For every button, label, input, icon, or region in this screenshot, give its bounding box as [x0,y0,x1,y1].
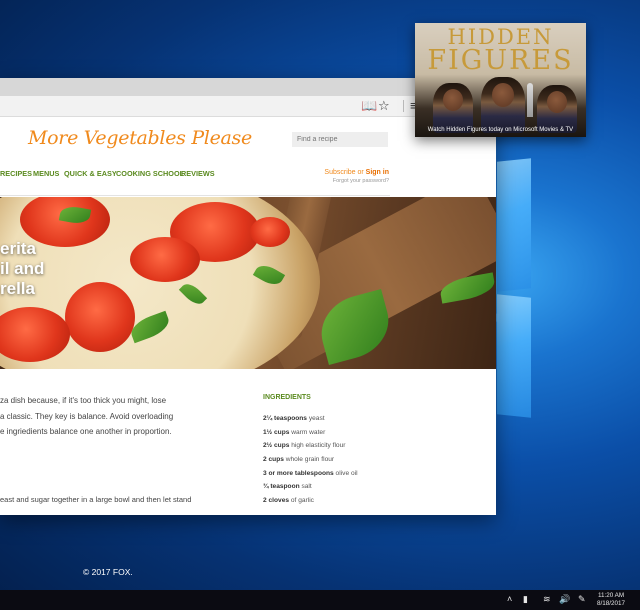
ingredient-qty: 1½ cups [263,428,290,436]
ingredient-qty: 2 cloves [263,497,290,505]
actor-face [547,91,567,113]
actor-face [492,83,514,107]
intro-line: a classic. They key is balance. Avoid ov… [0,411,174,421]
toolbar-divider [403,100,404,112]
ingredients-list: 2¼ teaspoons yeast 1½ cups warm water 2½… [263,415,358,511]
hidden-figures-video-tile[interactable]: HIDDEN FIGURES Watch Hidden Figures toda… [415,23,586,137]
ingredient-name: salt [299,483,312,491]
recipe-article: za dish because, if it's too thick you m… [0,369,496,515]
hero-image: erita il and rella [0,197,496,369]
ingredient-name: olive oil [333,469,358,477]
hero-title: erita il and rella [0,239,44,299]
copyright-text: © 2017 FOX. [83,567,133,577]
actor-face [443,89,463,111]
hero-title-line: il and [0,259,45,278]
ingredient-item: 2 cups whole grain flour [263,456,358,470]
ingredient-name: whole grain flour [283,456,335,464]
browser-window: 📖 ☆ ≡ More Vegetables Please RECIPES MEN… [0,78,496,515]
clock-date: 8/18/2017 [597,600,626,607]
recipe-search-input[interactable] [292,132,388,147]
taskbar: ˄ ▮ ≋ 🔊 ✎ 11:20 AM 8/18/2017 [0,590,640,610]
intro-line: za dish because, if it's too thick you m… [0,396,167,405]
hero-title-line: rella [0,279,35,298]
nav-recipes[interactable]: RECIPES [0,169,32,178]
ingredient-name: yeast [306,415,325,422]
recipe-step: east and sugar together in a large bowl … [0,495,192,504]
ingredient-qty: 3 or more tablespoons [263,469,334,477]
star-icon[interactable]: ☆ [378,97,390,115]
video-tile-caption: Watch Hidden Figures today on Microsoft … [427,127,574,133]
site-logo[interactable]: More Vegetables Please [28,127,252,149]
forgot-password-link[interactable]: Forgot your password? [333,178,389,184]
chevron-up-icon[interactable]: ˄ [507,594,512,605]
ingredient-name: of garlic [289,497,314,505]
nav-reviews[interactable]: REVIEWS [181,169,215,178]
volume-icon[interactable]: 🔊 [559,594,570,605]
intro-line: e ingriedients balance one another in pr… [0,427,172,436]
ingredient-qty: 2 cups [263,456,284,464]
ingredients-heading: INGREDIENTS [263,394,311,401]
ingredient-item: 1½ cups warm water [263,429,358,443]
clock-time: 11:20 AM [597,592,625,599]
nav-quick-easy[interactable]: QUICK & EASY [64,169,117,178]
ingredient-name: warm water [289,428,326,436]
tomato-slice [250,217,290,247]
system-clock[interactable]: 11:20 AM 8/18/2017 [597,592,625,608]
header-divider [0,195,390,196]
network-icon[interactable]: ≋ [543,594,551,605]
recipe-intro: za dish because, if it's too thick you m… [0,393,200,440]
ingredient-item: ¾ teaspoon salt [263,483,358,497]
movie-title-line: FIGURES [427,45,574,76]
sign-in-link[interactable]: Sign in [366,169,389,176]
ingredient-qty: 2½ cups [263,442,290,450]
nav-menus[interactable]: MENUS [33,169,59,178]
tomato-slice [65,282,135,352]
ingredient-name: high elasticity flour [289,442,346,450]
rocket [527,83,533,117]
battery-icon[interactable]: ▮ [523,594,528,605]
hero-title-line: erita [0,239,36,258]
ingredient-qty: 2¼ teaspoons [263,415,307,422]
ingredient-qty: ¾ teaspoon [263,483,300,491]
pen-icon[interactable]: ✎ [578,594,586,605]
ingredient-item: 2 cloves of garlic [263,497,358,511]
ingredient-item: 3 or more tablespoons olive oil [263,470,358,484]
windows-logo-pane [497,158,531,292]
tomato-slice [130,237,200,282]
nav-cooking-school[interactable]: COOKING SCHOOL [116,169,184,178]
subscribe-link[interactable]: Subscribe or Sign in [324,169,389,176]
ingredient-item: 2½ cups high elasticity flour [263,442,358,456]
windows-logo-pane [497,294,531,418]
reading-view-icon[interactable]: 📖 [361,97,377,115]
ingredient-item: 2¼ teaspoons yeast [263,415,358,429]
subscribe-text[interactable]: Subscribe or [324,169,365,176]
